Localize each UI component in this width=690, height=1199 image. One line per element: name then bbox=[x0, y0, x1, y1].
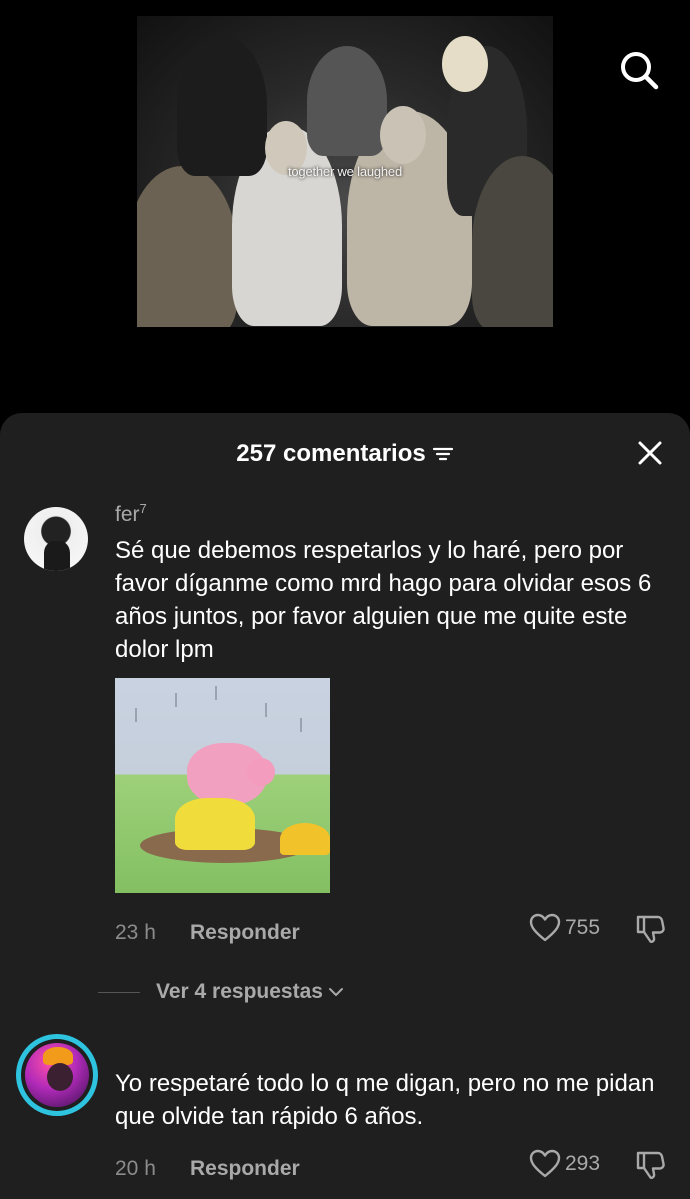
video-caption: together we laughed bbox=[287, 164, 402, 179]
comment-time: 23 h bbox=[115, 921, 156, 944]
dislike-icon bbox=[636, 915, 665, 943]
video-face bbox=[442, 36, 488, 92]
video-frame: together we laughed bbox=[137, 16, 553, 327]
rain-hat bbox=[280, 823, 330, 855]
video-figure bbox=[177, 36, 267, 176]
comment-username[interactable]: fer7 bbox=[115, 501, 147, 527]
video-face bbox=[380, 106, 426, 164]
avatar-figure bbox=[44, 541, 70, 571]
comment-count: 257 comentarios bbox=[236, 440, 426, 467]
comment-text: Yo respetaré todo lo q me digan, pero no… bbox=[115, 1070, 655, 1130]
close-icon bbox=[638, 441, 662, 465]
username-text: fer bbox=[115, 503, 140, 526]
view-replies-button[interactable]: Ver 4 respuestas bbox=[98, 980, 345, 1004]
comments-sheet: 257 comentarios fer7 Sé que debemos resp… bbox=[0, 413, 690, 1199]
reply-button[interactable]: Responder bbox=[190, 921, 300, 945]
avatar-photo bbox=[25, 1043, 89, 1107]
rain-streak bbox=[265, 703, 267, 717]
comment-text: Sé que debemos respetarlos y lo haré, pe… bbox=[115, 537, 652, 663]
rain-streak bbox=[135, 708, 137, 722]
video-figure bbox=[307, 46, 387, 156]
replies-divider bbox=[98, 991, 140, 993]
chevron-down-icon bbox=[328, 988, 343, 996]
search-icon bbox=[621, 52, 659, 90]
reply-button[interactable]: Responder bbox=[190, 1157, 300, 1181]
dislike-button[interactable] bbox=[634, 913, 666, 945]
like-button[interactable]: 755 bbox=[529, 913, 600, 943]
avatar[interactable] bbox=[16, 1034, 98, 1116]
rain-streak bbox=[215, 686, 217, 700]
rain-streak bbox=[175, 693, 177, 707]
pig-raincoat bbox=[175, 798, 255, 850]
like-count: 755 bbox=[565, 916, 601, 939]
like-count: 293 bbox=[565, 1152, 601, 1175]
filter-icon[interactable] bbox=[432, 443, 454, 465]
username-superscript: 7 bbox=[139, 501, 147, 516]
avatar-face bbox=[47, 1063, 73, 1091]
comment-sticker-image[interactable] bbox=[115, 678, 330, 893]
search-button[interactable] bbox=[617, 48, 661, 92]
comments-header: 257 comentarios bbox=[0, 437, 690, 471]
video-figure bbox=[137, 166, 237, 327]
comment-time: 20 h bbox=[115, 1157, 156, 1180]
like-button[interactable]: 293 bbox=[529, 1149, 600, 1179]
dislike-button[interactable] bbox=[634, 1149, 666, 1181]
avatar[interactable] bbox=[24, 507, 88, 571]
view-replies-label: Ver 4 respuestas bbox=[156, 980, 323, 1003]
close-button[interactable] bbox=[636, 439, 664, 467]
dislike-icon bbox=[636, 1151, 665, 1179]
pig-snout bbox=[247, 758, 275, 786]
heart-icon bbox=[529, 1149, 561, 1178]
heart-icon bbox=[529, 913, 561, 942]
rain-streak bbox=[300, 718, 302, 732]
video-player[interactable]: together we laughed bbox=[0, 0, 690, 430]
